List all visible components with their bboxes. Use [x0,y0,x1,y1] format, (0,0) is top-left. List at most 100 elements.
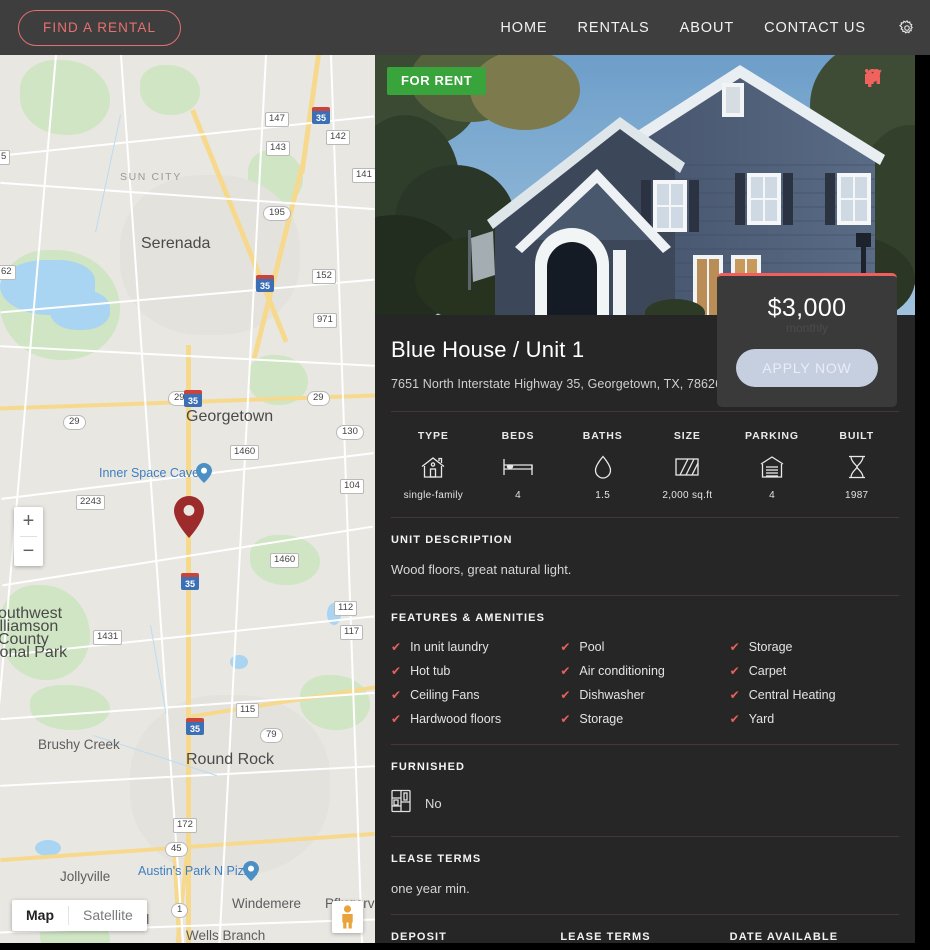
spec-beds: BEDS 4 [476,430,561,501]
map-route-shield: 112 [334,601,358,616]
map-label: SUN CITY [120,171,182,183]
map-green-area [140,65,200,115]
hourglass-icon [814,454,899,480]
map-interstate-shield: 35 [312,107,331,124]
map-label: Windemere [232,896,302,911]
map-route-shield: 195 [263,206,291,221]
spec-label: TYPE [417,430,449,442]
site-header: FIND A RENTAL HOME RENTALS ABOUT CONTACT… [0,0,930,55]
map-route-shield: 2243 [76,495,106,510]
map-pane[interactable]: SUN CITY Serenada Georgetown Inner Space Ca… [0,55,375,943]
spec-label: BUILT [839,430,875,442]
amenity-item: ✔ Pool [560,640,729,654]
map-road [330,55,365,943]
amenity-item: ✔ Storage [730,640,899,654]
map-interstate-shield: 35 [181,573,200,590]
for-rent-badge: FOR RENT [387,67,487,95]
unit-description-text: Wood floors, great natural light. [391,562,572,577]
bottom-columns-header: DEPOSIT LEASE TERMS DATE AVAILABLE [391,915,899,943]
map-road [0,55,57,943]
poi-marker-austins-park-n-pizza[interactable] [243,861,259,881]
map-route-shield: 141 [352,168,375,183]
spec-value: 1987 [844,490,869,501]
check-icon: ✔ [729,664,740,678]
map-interstate-shield: 35 [184,390,203,407]
map-canvas[interactable]: SUN CITY Serenada Georgetown Inner Space Ca… [0,55,375,943]
map-route-shield: 143 [266,141,290,156]
garage-icon [730,454,815,480]
apply-now-button[interactable]: APPLY NOW [736,349,878,387]
features-section: FEATURES & AMENITIES ✔ In unit laundry ✔ Po… [391,596,899,744]
amenity-label: Air conditioning [579,664,665,678]
map-route-shield: 971 [313,313,337,328]
check-icon: ✔ [391,688,402,702]
spec-type: TYPE single-family [391,430,476,501]
spec-label: BATHS [582,430,623,442]
property-map-pin[interactable] [174,496,204,538]
amenity-item: ✔ Hardwood floors [391,712,560,726]
spec-baths: BATHS 1.5 [560,430,645,501]
spec-built: BUILT 1987 [814,430,899,501]
map-route-shield: 1460 [270,553,300,568]
check-icon: ✔ [391,640,402,654]
furnished-title: FURNISHED [391,761,466,773]
spec-size: SIZE 2,000 sq.ft [645,430,730,501]
check-icon: ✔ [560,688,571,702]
map-label: Inner Space Cavern [99,466,211,480]
find-a-rental-button[interactable]: FIND A RENTAL [18,9,182,46]
amenity-item: ✔ Ceiling Fans [391,688,560,702]
price-period: monthly [785,321,829,335]
check-icon: ✔ [729,712,740,726]
nav-item-contact-us[interactable]: CONTACT US [764,20,866,36]
amenity-item: ✔ Dishwasher [560,688,729,702]
amenity-item: ✔ Carpet [730,664,899,678]
check-icon: ✔ [729,688,740,702]
map-route-shield: 142 [326,130,350,145]
map-route-shield: 1460 [230,445,260,460]
nav-item-rentals[interactable]: RENTALS [578,20,650,36]
amenity-label: Storage [748,640,793,654]
map-label: ional Park [0,644,68,661]
amenity-label: Central Heating [748,688,836,702]
nav-item-about[interactable]: ABOUT [680,20,734,36]
spec-value: 4 [769,490,775,501]
map-route-shield: 152 [312,269,336,284]
map-route-shield: 62 [0,265,16,280]
check-icon: ✔ [560,640,571,654]
bottom-column-header: DATE AVAILABLE [729,931,839,943]
map-type-satellite-button[interactable]: Satellite [69,900,147,931]
poi-marker-inner-space-cavern[interactable] [196,463,212,483]
map-zoom-controls[interactable]: + − [14,507,43,566]
check-icon: ✔ [391,712,402,726]
bed-icon [476,454,561,480]
lease-terms-text: one year min. [391,881,470,896]
street-view-pegman-icon[interactable] [332,901,363,933]
map-route-shield: 45 [165,842,188,857]
furnished-section: FURNISHED No [391,745,899,836]
nav-item-home[interactable]: HOME [500,20,547,36]
bottom-column-header: DEPOSIT [391,931,447,943]
map-label: Wells Branch [186,928,266,943]
map-label: Georgetown [186,408,274,425]
map-label: Round Rock [186,751,275,768]
map-label: Serenada [141,235,211,252]
amenity-item: ✔ Central Heating [730,688,899,702]
gear-icon[interactable] [898,19,916,37]
amenity-label: Hot tub [410,664,451,678]
map-route-shield: 1 [171,903,189,918]
map-label: Austin's Park N Pizza [138,864,258,878]
map-green-area [20,60,110,135]
map-type-switch[interactable]: Map Satellite [12,900,147,931]
map-zoom-in-button[interactable]: + [14,507,43,536]
spec-value: single-family [403,490,464,501]
map-zoom-out-button[interactable]: − [14,537,43,566]
map-route-shield: 1431 [93,630,123,645]
spec-label: SIZE [673,430,701,442]
map-route-shield: 115 [236,703,260,718]
amenity-item: ✔ Yard [730,712,899,726]
water-drop-icon [560,454,645,480]
map-route-shield: 5 [0,150,11,165]
map-type-map-button[interactable]: Map [12,900,68,931]
app-root: FIND A RENTAL HOME RENTALS ABOUT CONTACT… [0,0,930,950]
spec-parking: PARKING 4 [730,430,815,501]
